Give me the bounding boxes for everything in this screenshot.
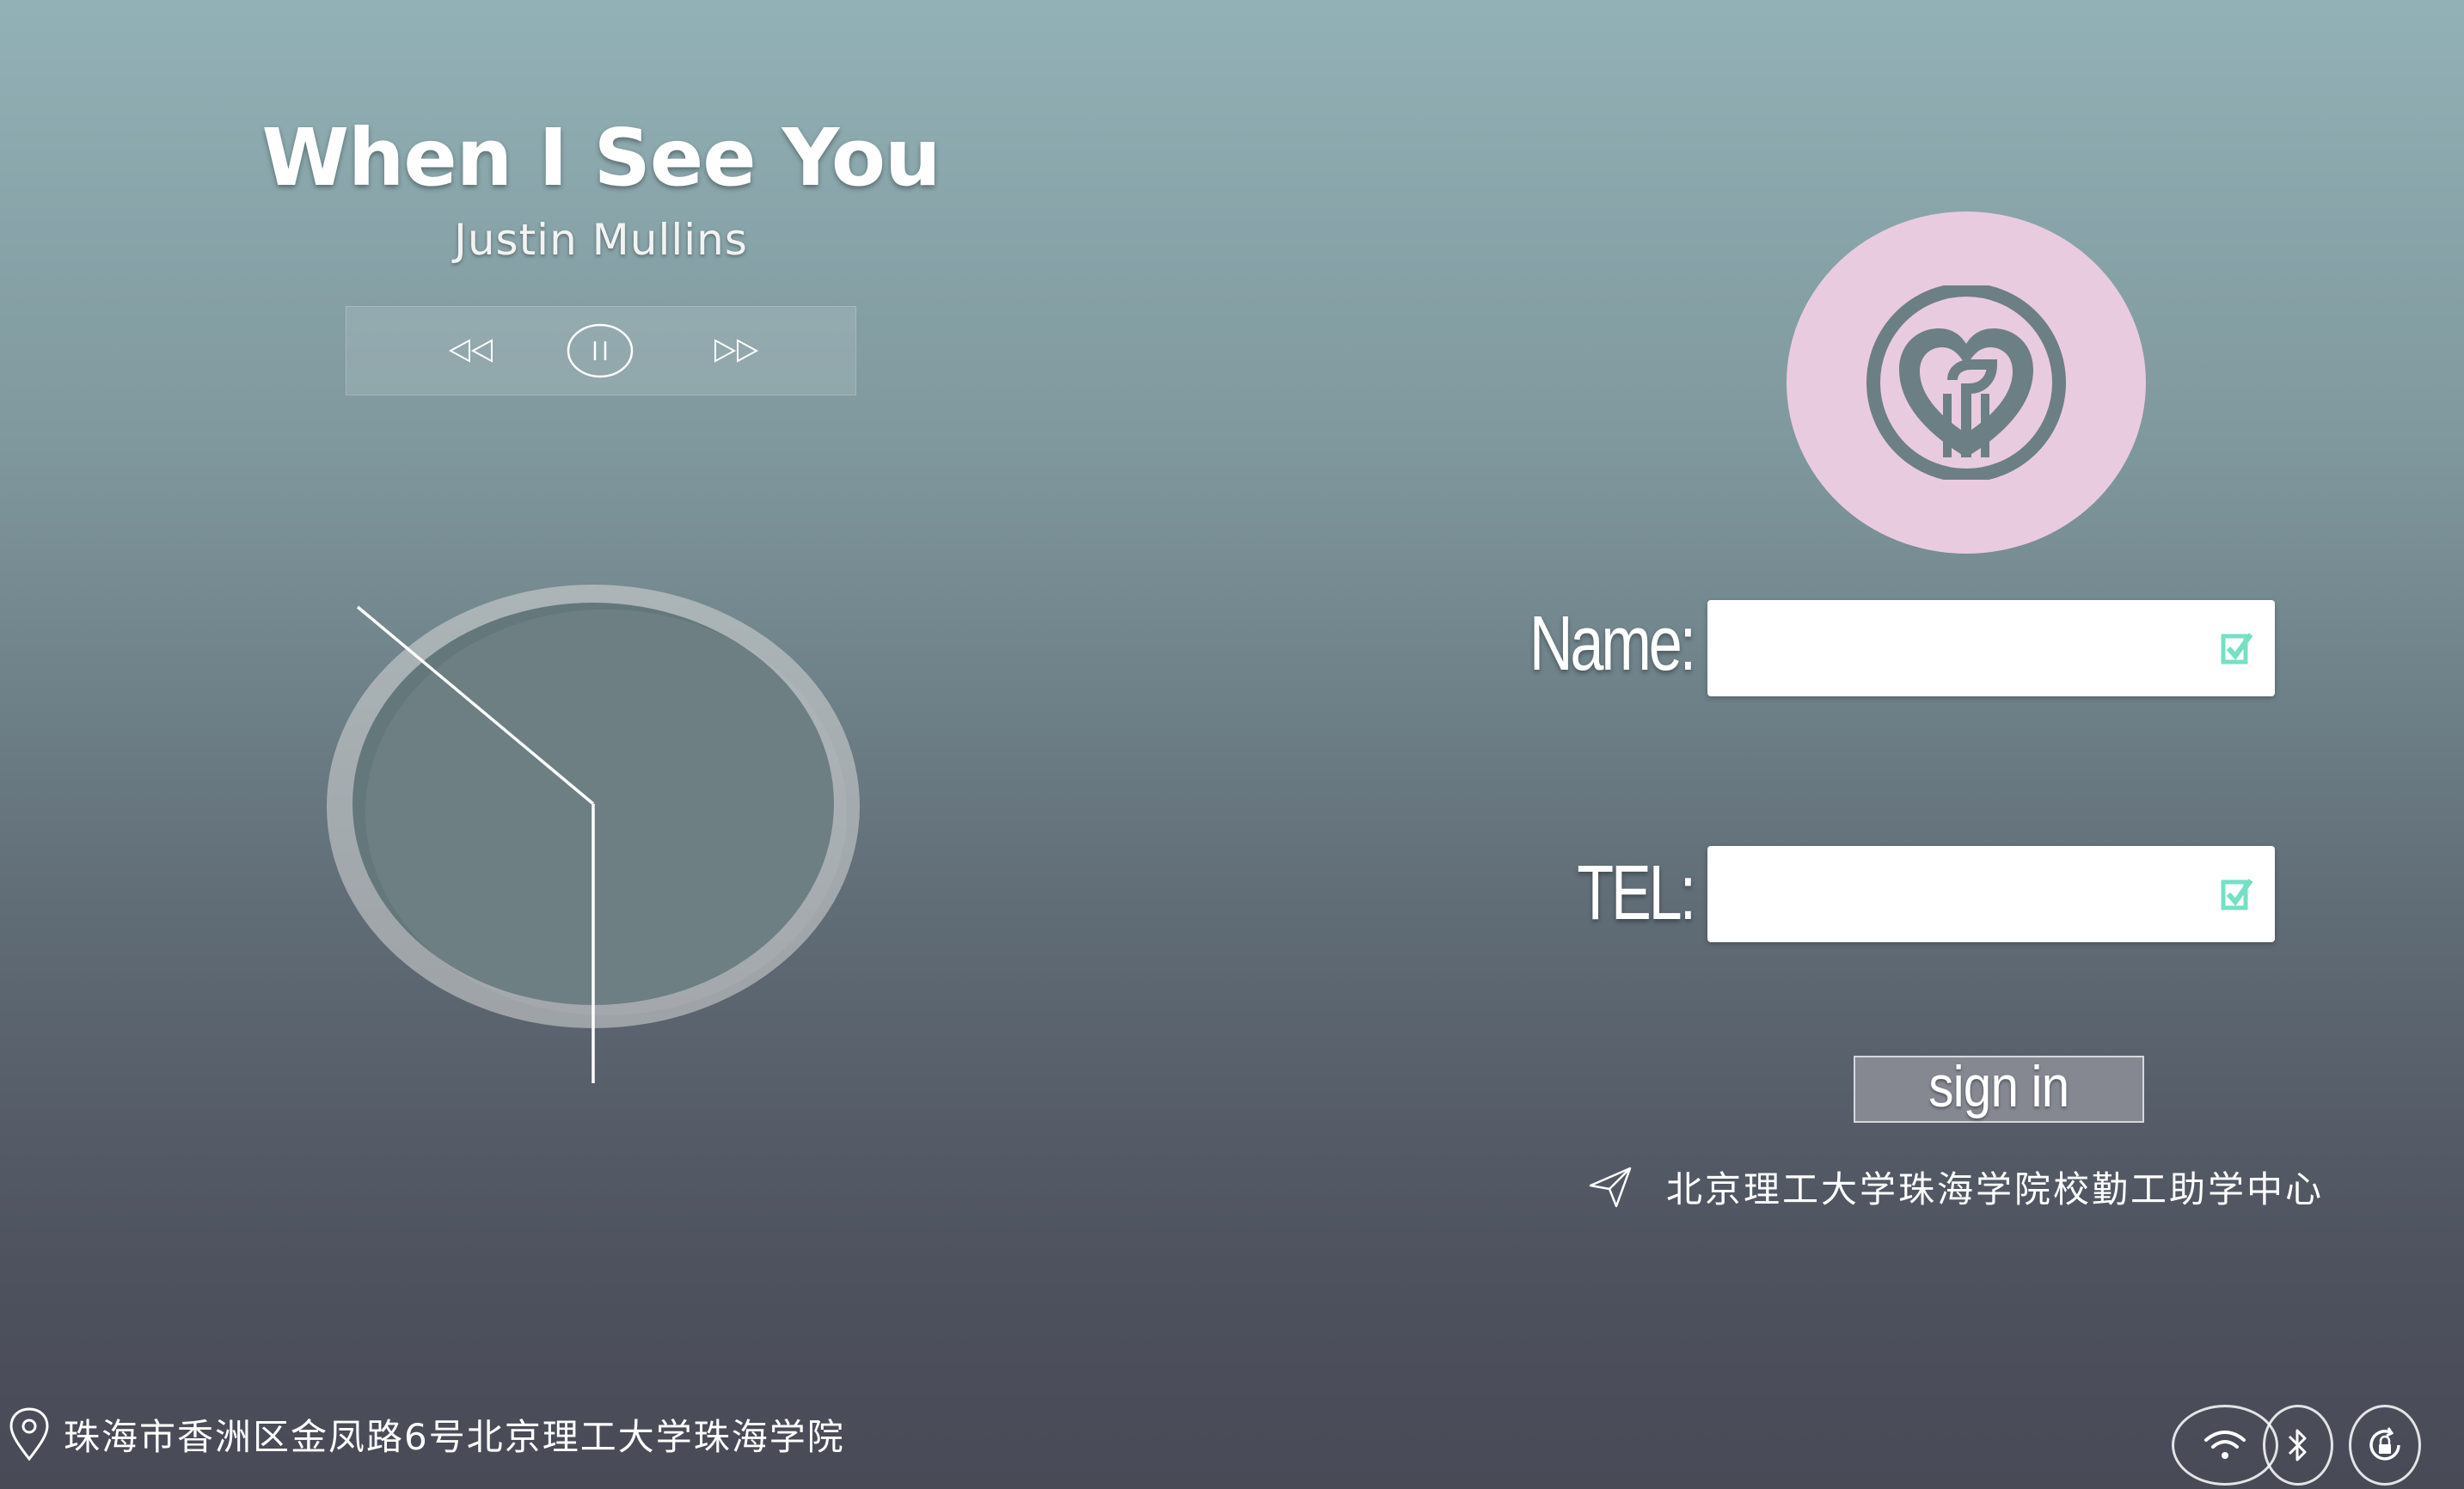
tel-field[interactable]: [1707, 846, 2275, 944]
wifi-icon: [2204, 1431, 2246, 1459]
heart-sprout-logo-icon: [1866, 285, 2066, 480]
pause-icon: [567, 323, 634, 378]
send-icon: [1589, 1167, 1632, 1208]
name-input[interactable]: [1728, 600, 2196, 698]
analog-clock: [327, 585, 860, 1083]
location-pin-icon: [9, 1407, 49, 1461]
sign-in-button[interactable]: sign in: [1854, 1054, 2144, 1123]
tel-label: TEL:: [1577, 850, 1696, 936]
check-square-icon: [2221, 879, 2253, 910]
pause-button[interactable]: [561, 307, 639, 395]
next-button[interactable]: [697, 307, 775, 395]
check-square-icon: [2221, 633, 2253, 665]
playback-controls: [346, 306, 856, 395]
organization-name: 北京理工大学珠海学院校勤工助学中心: [1666, 1167, 2325, 1210]
rotation-lock-button[interactable]: [2349, 1405, 2421, 1486]
organization-row: 北京理工大学珠海学院校勤工助学中心: [1587, 1152, 2324, 1221]
song-title: When I See You: [261, 112, 941, 204]
rotation-lock-icon: [2369, 1427, 2400, 1461]
name-field[interactable]: [1707, 600, 2275, 698]
previous-button[interactable]: [432, 307, 510, 395]
address-row: 珠海市香洲区金凤路6号北京理工大学珠海学院: [7, 1400, 845, 1468]
rewind-icon: [448, 339, 493, 363]
tel-input[interactable]: [1728, 846, 2196, 944]
sign-in-label: sign in: [1928, 1054, 2069, 1119]
bluetooth-icon: [2288, 1429, 2307, 1461]
bluetooth-button[interactable]: [2263, 1405, 2333, 1486]
clock-face-shade: [365, 610, 847, 1015]
fast-forward-icon: [714, 339, 759, 363]
address-text: 珠海市香洲区金凤路6号北京理工大学珠海学院: [64, 1415, 845, 1458]
logo: [1787, 211, 2146, 554]
song-artist: Justin Mullins: [454, 215, 748, 265]
name-label: Name:: [1529, 601, 1696, 687]
